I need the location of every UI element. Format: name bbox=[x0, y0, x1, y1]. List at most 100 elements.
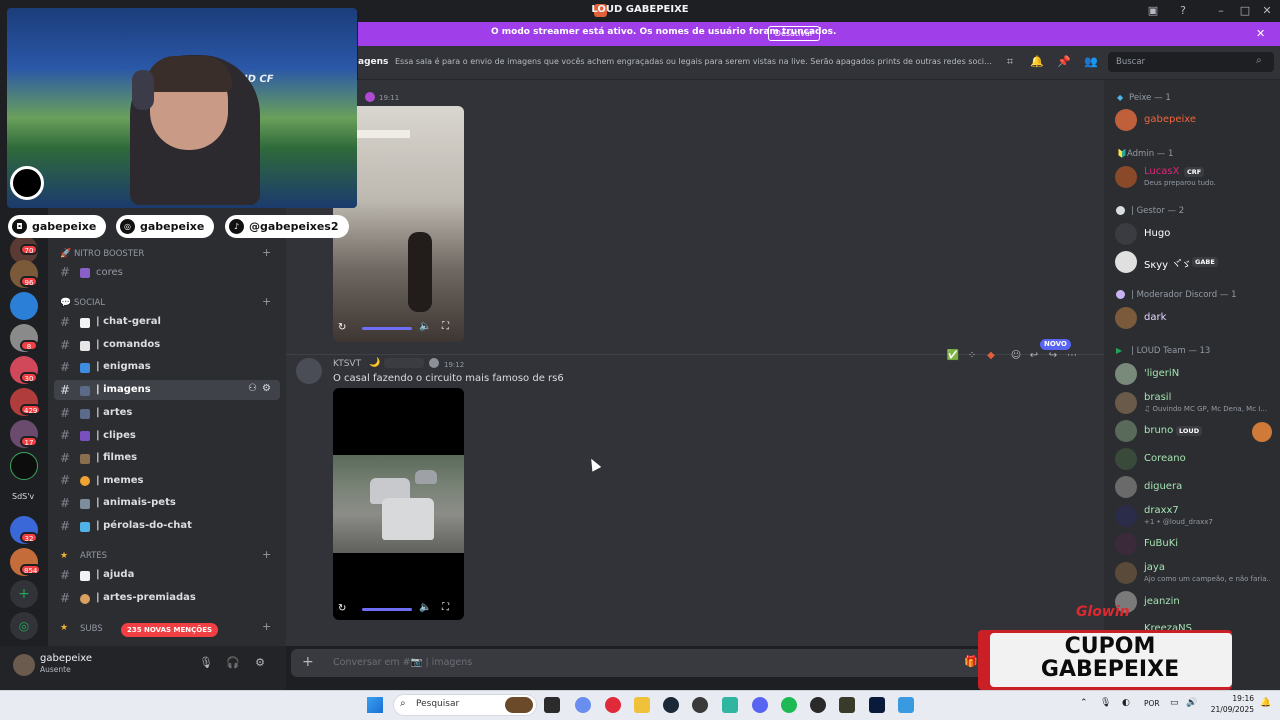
avatar[interactable] bbox=[1115, 533, 1137, 555]
inbox-icon[interactable]: ▣ bbox=[1146, 4, 1160, 18]
member-name[interactable]: LucasX bbox=[1144, 166, 1179, 177]
discover-icon[interactable]: ◎ bbox=[10, 612, 38, 640]
member-name[interactable]: FuBuKi bbox=[1144, 538, 1178, 549]
add-channel-icon[interactable]: + bbox=[262, 548, 271, 561]
network-icon[interactable]: ▭ bbox=[1170, 698, 1179, 708]
server-icon[interactable] bbox=[10, 292, 38, 320]
volume-icon[interactable]: 🔈 bbox=[419, 321, 431, 332]
channel-cores[interactable]: cores bbox=[96, 267, 123, 278]
disable-streamer-button[interactable]: Desativar bbox=[768, 26, 820, 41]
member-name[interactable]: gabepeixe bbox=[1144, 114, 1196, 125]
windows-start-icon[interactable] bbox=[367, 697, 383, 713]
category-nitro[interactable]: NITRO BOOSTER bbox=[74, 249, 144, 259]
category-artes[interactable]: ARTES bbox=[80, 551, 107, 561]
discord-icon[interactable] bbox=[752, 697, 768, 713]
avatar[interactable] bbox=[1115, 251, 1137, 273]
threads-icon[interactable]: ⌗ bbox=[1003, 55, 1017, 69]
avatar[interactable] bbox=[1115, 392, 1137, 414]
channel-imagens[interactable]: | imagens bbox=[96, 384, 151, 395]
member-name[interactable]: brasil bbox=[1144, 392, 1171, 403]
member-name[interactable]: jeanzin bbox=[1144, 596, 1180, 607]
app-icon[interactable] bbox=[692, 697, 708, 713]
settings-gear-icon[interactable]: ⚙ bbox=[253, 656, 267, 670]
member-name[interactable]: bruno bbox=[1144, 425, 1173, 436]
avatar[interactable] bbox=[1115, 363, 1137, 385]
add-server-icon[interactable]: + bbox=[10, 580, 38, 608]
gift-icon[interactable]: 🎁 bbox=[964, 655, 978, 668]
add-channel-icon[interactable]: + bbox=[262, 246, 271, 259]
reply-icon[interactable]: ↩ bbox=[1027, 349, 1041, 363]
language-indicator[interactable]: POR bbox=[1144, 699, 1160, 708]
member-name[interactable]: diguera bbox=[1144, 481, 1182, 492]
channel-filmes[interactable]: | filmes bbox=[96, 452, 137, 463]
channel-topic[interactable]: Essa sala é para o envio de imagens que … bbox=[395, 57, 995, 66]
app-icon[interactable] bbox=[898, 697, 914, 713]
volume-tray-icon[interactable]: 🔊 bbox=[1186, 698, 1197, 708]
add-reaction-icon[interactable]: ☺ bbox=[1009, 349, 1023, 363]
username[interactable]: gabepeixe bbox=[40, 653, 92, 664]
pin-icon[interactable]: 📌 bbox=[1057, 55, 1071, 69]
new-mentions-pill[interactable]: 235 NOVAS MENÇÕES bbox=[121, 623, 219, 637]
maximize-icon[interactable]: □ bbox=[1238, 4, 1252, 18]
avatar[interactable] bbox=[1115, 476, 1137, 498]
photoshop-icon[interactable] bbox=[869, 697, 885, 713]
task-view-icon[interactable] bbox=[544, 697, 560, 713]
minimize-icon[interactable]: – bbox=[1214, 4, 1228, 18]
server-label[interactable]: SdS'v bbox=[12, 492, 34, 501]
spotify-icon[interactable] bbox=[781, 697, 797, 713]
channel-ajuda[interactable]: | ajuda bbox=[96, 569, 134, 580]
channel-artes-premiadas[interactable]: | artes-premiadas bbox=[96, 592, 196, 603]
headphones-icon[interactable]: 🎧 bbox=[226, 656, 240, 670]
bell-icon[interactable]: 🔔 bbox=[1030, 55, 1044, 69]
close-icon[interactable]: ✕ bbox=[1256, 27, 1265, 40]
avatar[interactable] bbox=[1115, 166, 1137, 188]
copilot-icon[interactable] bbox=[575, 697, 591, 713]
member-list-icon[interactable]: 👥 bbox=[1084, 55, 1098, 69]
clock-time[interactable]: 19:16 bbox=[1210, 694, 1254, 703]
member-name[interactable]: 'ligeriN bbox=[1144, 368, 1179, 379]
category-subs[interactable]: SUBS bbox=[80, 624, 103, 634]
opera-icon[interactable] bbox=[605, 697, 621, 713]
avatar[interactable] bbox=[1115, 562, 1137, 584]
notifications-icon[interactable]: 🔔 bbox=[1260, 698, 1271, 708]
check-reaction-icon[interactable]: ✅ bbox=[946, 349, 960, 363]
avatar[interactable] bbox=[1115, 223, 1137, 245]
invite-icon[interactable]: ⚇ bbox=[248, 383, 257, 394]
avatar[interactable] bbox=[1115, 420, 1137, 442]
avatar[interactable] bbox=[1115, 307, 1137, 329]
tray-app-icon[interactable]: ◐ bbox=[1122, 698, 1130, 708]
replay-icon[interactable]: ↻ bbox=[338, 603, 346, 614]
file-explorer-icon[interactable] bbox=[634, 697, 650, 713]
avatar[interactable] bbox=[296, 358, 322, 384]
clock-date[interactable]: 21/09/2025 bbox=[1200, 705, 1254, 714]
attach-plus-icon[interactable]: + bbox=[302, 654, 314, 670]
member-name[interactable]: Sκyy ヾ゚ゞ bbox=[1144, 256, 1191, 271]
steam-icon[interactable] bbox=[663, 697, 679, 713]
add-channel-icon[interactable]: + bbox=[262, 295, 271, 308]
mic-tray-icon[interactable]: 🎙 bbox=[1100, 698, 1111, 708]
app-icon[interactable] bbox=[722, 697, 738, 713]
channel-memes[interactable]: | memes bbox=[96, 475, 144, 486]
custom-reaction-icon[interactable]: ◆ bbox=[984, 349, 998, 363]
member-name[interactable]: draxx7 bbox=[1144, 505, 1179, 516]
help-icon[interactable]: ? bbox=[1176, 4, 1190, 18]
message-author[interactable]: KTSVT bbox=[333, 359, 361, 369]
channel-clipes[interactable]: | clipes bbox=[96, 430, 136, 441]
close-window-icon[interactable]: ✕ bbox=[1260, 4, 1274, 18]
member-name[interactable]: Coreano bbox=[1144, 453, 1186, 464]
channel-perolas-do-chat[interactable]: | pérolas-do-chat bbox=[96, 520, 192, 531]
avatar[interactable] bbox=[1115, 448, 1137, 470]
more-icon[interactable]: ⋯ bbox=[1065, 349, 1079, 363]
loud-server-icon[interactable] bbox=[10, 452, 38, 480]
avatar[interactable] bbox=[1115, 505, 1137, 527]
forward-icon[interactable]: ↪ bbox=[1046, 349, 1060, 363]
avatar[interactable] bbox=[13, 654, 35, 676]
video-volume-bar[interactable] bbox=[362, 327, 412, 330]
category-social[interactable]: SOCIAL bbox=[74, 298, 105, 308]
app-icon[interactable] bbox=[839, 697, 855, 713]
fullscreen-icon[interactable]: ⛶ bbox=[442, 321, 449, 332]
fullscreen-icon[interactable]: ⛶ bbox=[442, 602, 449, 613]
member-name[interactable]: Hugo bbox=[1144, 228, 1170, 239]
member-name[interactable]: dark bbox=[1144, 312, 1166, 323]
gear-icon[interactable]: ⚙ bbox=[262, 383, 271, 394]
